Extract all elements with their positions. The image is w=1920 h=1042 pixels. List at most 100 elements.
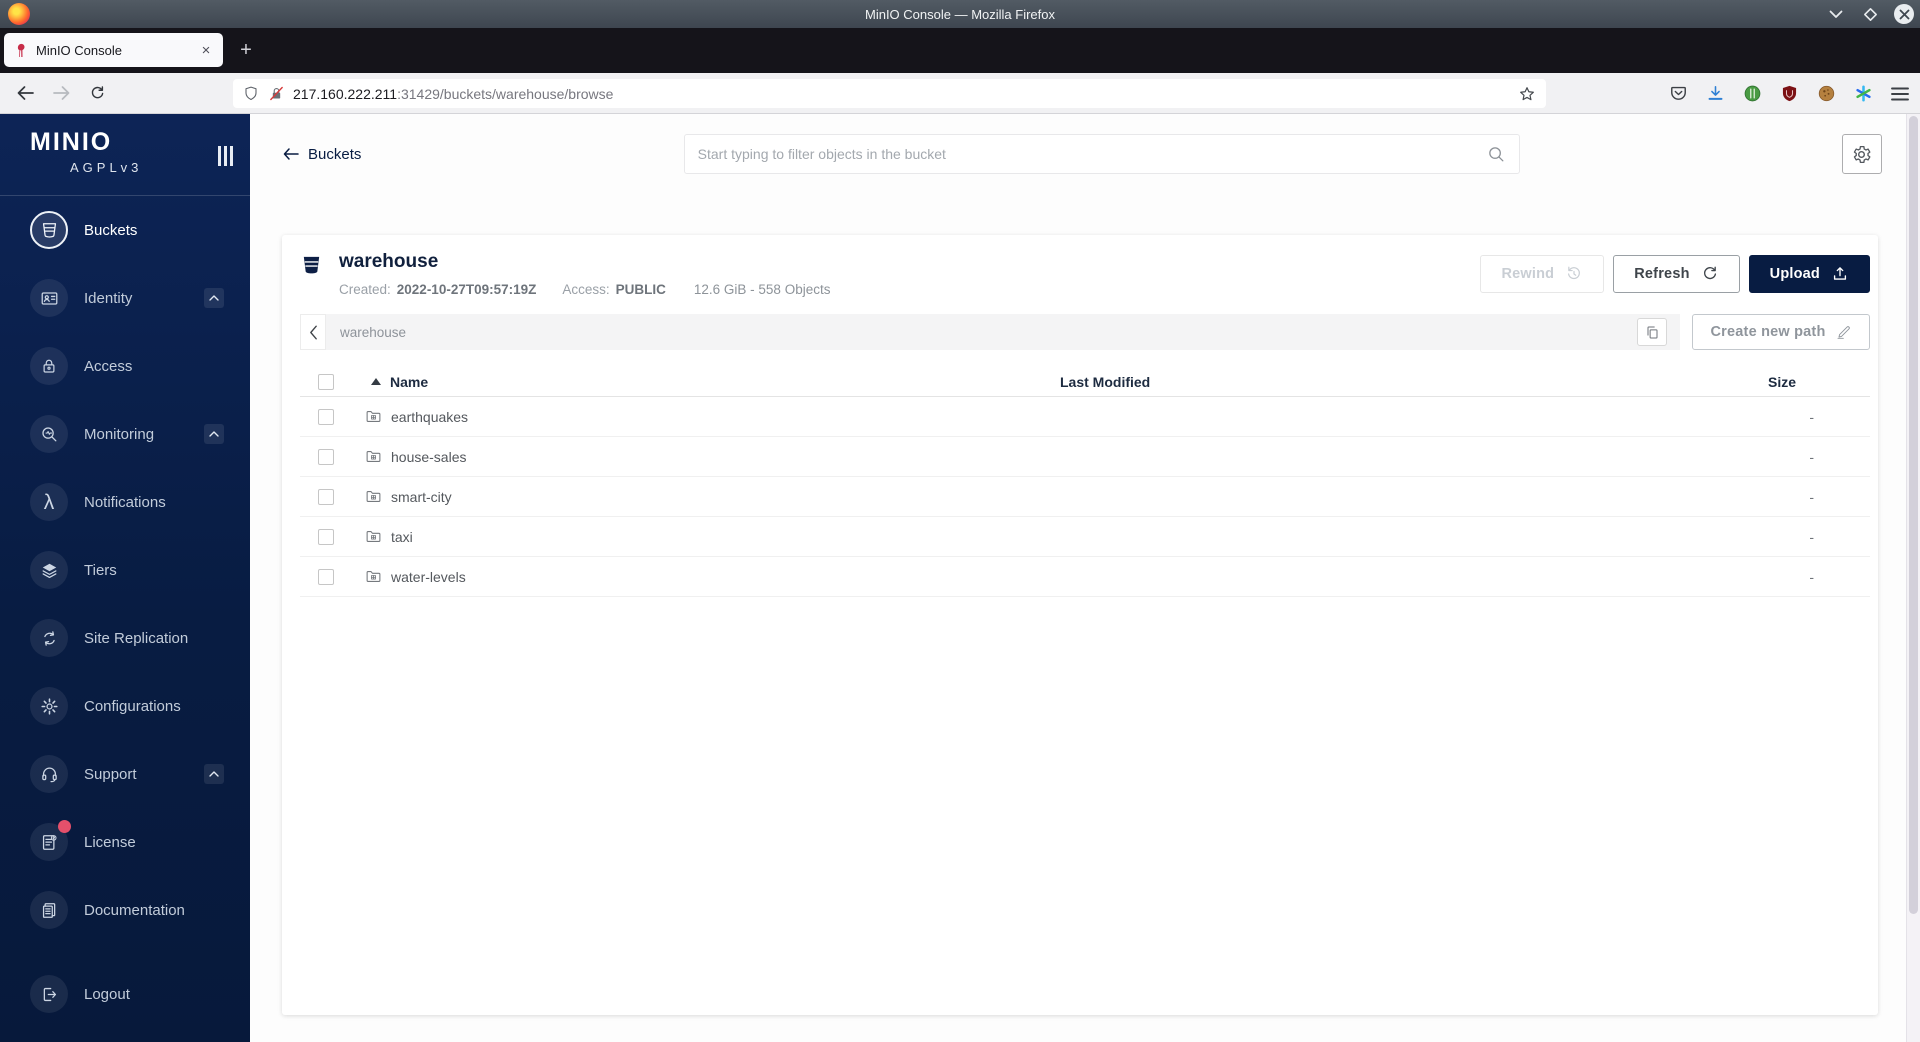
back-arrow-icon <box>283 148 299 160</box>
row-checkbox[interactable] <box>318 568 334 585</box>
sort-ascending-icon[interactable] <box>371 378 381 385</box>
upload-label: Upload <box>1769 266 1820 282</box>
chevron-up-icon[interactable] <box>204 764 224 784</box>
filter-objects-input[interactable] <box>697 146 1487 162</box>
url-bar[interactable]: 217.160.222.211:31429/buckets/warehouse/… <box>233 79 1546 108</box>
main-content: Buckets warehouse Created: 2022-10- <box>250 114 1920 1042</box>
current-path: warehouse <box>340 324 407 340</box>
window-close-icon[interactable] <box>1894 4 1914 24</box>
search-icon <box>1488 146 1504 161</box>
sidebar-item-access[interactable]: Access <box>0 332 250 400</box>
table-row-taxi[interactable]: taxi - <box>300 517 1870 557</box>
table-row-water-levels[interactable]: water-levels - <box>300 557 1870 597</box>
extension-privacy-icon[interactable] <box>1742 84 1762 104</box>
folder-icon <box>365 488 382 505</box>
ublock-origin-icon[interactable] <box>1779 84 1799 104</box>
tab-minio-console[interactable]: MinIO Console × <box>4 33 223 67</box>
back-to-buckets-link[interactable]: Buckets <box>283 146 361 163</box>
sidebar-item-label: Documentation <box>84 901 185 919</box>
window-maximize-icon[interactable] <box>1860 4 1880 24</box>
sidebar-collapse-icon[interactable] <box>218 146 233 166</box>
row-checkbox[interactable] <box>318 448 334 465</box>
sidebar-item-logout[interactable]: Logout <box>0 960 250 1028</box>
menu-hamburger-icon[interactable] <box>1890 84 1910 104</box>
row-checkbox[interactable] <box>318 528 334 545</box>
monitoring-magnifier-icon <box>30 415 68 453</box>
chevron-up-icon[interactable] <box>204 424 224 444</box>
folder-icon <box>365 408 382 425</box>
forward-icon[interactable] <box>46 78 76 108</box>
tracking-shield-icon[interactable] <box>243 85 259 102</box>
sidebar-item-tiers[interactable]: Tiers <box>0 536 250 604</box>
sidebar-item-label: Monitoring <box>84 425 155 443</box>
folder-icon <box>365 448 382 465</box>
sidebar-item-label: Configurations <box>84 697 181 715</box>
sidebar-item-monitoring[interactable]: Monitoring <box>0 400 250 468</box>
refresh-button[interactable]: Refresh <box>1613 255 1740 293</box>
identity-card-icon <box>30 279 68 317</box>
scrollbar[interactable] <box>1906 114 1920 1042</box>
pocket-icon[interactable] <box>1668 84 1688 104</box>
object-name: smart-city <box>391 488 452 505</box>
gear-icon <box>1854 145 1871 163</box>
logout-door-icon <box>30 975 68 1013</box>
table-header-row: Name Last Modified Size <box>300 367 1870 397</box>
sidebar-item-label: Access <box>84 357 133 375</box>
window-minimize-icon[interactable] <box>1826 4 1846 24</box>
sidebar-item-support[interactable]: Support <box>0 740 250 808</box>
tab-close-icon[interactable]: × <box>197 42 215 59</box>
table-row-house-sales[interactable]: house-sales - <box>300 437 1870 477</box>
new-tab-button[interactable]: + <box>233 37 259 63</box>
chevron-up-icon[interactable] <box>204 288 224 308</box>
row-checkbox[interactable] <box>318 408 334 425</box>
select-all-checkbox[interactable] <box>318 373 334 390</box>
reload-icon[interactable] <box>82 78 112 108</box>
url-text[interactable]: 217.160.222.211:31429/buckets/warehouse/… <box>293 86 1518 102</box>
path-back-button[interactable] <box>300 314 326 350</box>
sidebar-item-label: Site Replication <box>84 629 189 647</box>
sidebar-item-buckets[interactable]: Buckets <box>0 196 250 264</box>
sidebar-item-label: Identity <box>84 289 133 307</box>
bookmark-star-icon[interactable] <box>1518 85 1536 103</box>
scrollbar-thumb[interactable] <box>1909 116 1918 915</box>
access-label: Access: <box>562 282 610 297</box>
sidebar-item-label: License <box>84 833 136 851</box>
documentation-pages-icon <box>30 891 68 929</box>
row-checkbox[interactable] <box>318 488 334 505</box>
table-row-earthquakes[interactable]: earthquakes - <box>300 397 1870 437</box>
table-row-smart-city[interactable]: smart-city - <box>300 477 1870 517</box>
upload-button[interactable]: Upload <box>1748 255 1870 293</box>
back-icon[interactable] <box>10 78 40 108</box>
settings-gear-button[interactable] <box>1841 134 1882 174</box>
sidebar-item-license[interactable]: License <box>0 808 250 876</box>
download-icon[interactable] <box>1705 84 1725 104</box>
firefox-logo-icon <box>8 3 30 25</box>
url-path: :31429/buckets/warehouse/browse <box>397 85 614 102</box>
copy-path-button[interactable] <box>1637 318 1667 346</box>
gear-icon <box>30 687 68 725</box>
sidebar: MINIO AGPLv3 Buckets Identity Access Mon… <box>0 114 250 1042</box>
object-size: - <box>1809 568 1814 585</box>
column-header-name[interactable]: Name <box>390 374 428 390</box>
sidebar-item-site-replication[interactable]: Site Replication <box>0 604 250 672</box>
column-header-last-modified[interactable]: Last Modified <box>1045 374 1720 390</box>
sidebar-item-configurations[interactable]: Configurations <box>0 672 250 740</box>
sidebar-item-documentation[interactable]: Documentation <box>0 876 250 944</box>
insecure-lock-icon[interactable] <box>268 85 285 102</box>
sidebar-item-notifications[interactable]: λ Notifications <box>0 468 250 536</box>
object-name: earthquakes <box>391 408 469 425</box>
extension-asterisk-icon[interactable] <box>1853 84 1873 104</box>
folder-icon <box>365 528 382 545</box>
sidebar-item-identity[interactable]: Identity <box>0 264 250 332</box>
bucket-browser-panel: warehouse Created: 2022-10-27T09:57:19Z … <box>282 235 1878 1015</box>
sidebar-item-label: Tiers <box>84 561 117 579</box>
bucket-usage: 12.6 GiB - 558 Objects <box>693 282 831 297</box>
cookie-extension-icon[interactable] <box>1816 84 1836 104</box>
create-new-path-button[interactable]: Create new path <box>1692 314 1870 350</box>
back-label: Buckets <box>308 145 362 163</box>
refresh-label: Refresh <box>1634 266 1690 282</box>
object-name: water-levels <box>391 568 466 585</box>
rewind-button[interactable]: Rewind <box>1480 255 1605 293</box>
column-header-size[interactable]: Size <box>1720 374 1870 390</box>
filter-objects-searchbox[interactable] <box>683 134 1520 174</box>
